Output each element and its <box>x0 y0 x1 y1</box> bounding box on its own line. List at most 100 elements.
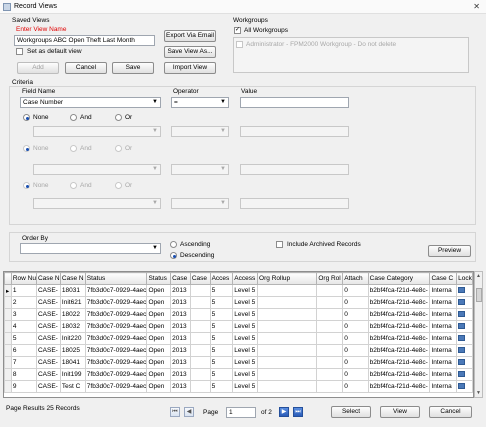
view-name-input[interactable]: Workgroups ABC Open Theft Last Month <box>14 35 155 46</box>
scroll-up-icon[interactable]: ▲ <box>476 273 481 279</box>
close-icon[interactable]: ✕ <box>473 2 480 11</box>
conj-or-radio-1[interactable] <box>115 114 122 121</box>
column-header[interactable]: Attach <box>342 272 369 285</box>
row-selector[interactable] <box>4 344 12 357</box>
cancel-view-button[interactable]: Cancel <box>65 62 107 74</box>
table-row[interactable]: 4 CASE- 18032 7fb3d0c7-0929-4aec Open 2013 5 Le… <box>4 320 473 333</box>
conj-none-label-1: None <box>33 114 49 121</box>
field-name-select-1[interactable]: Case Number ▼ <box>20 97 161 108</box>
column-header[interactable]: Case N <box>59 272 86 285</box>
column-header[interactable]: Acces <box>209 272 234 285</box>
conj-and-label-3: And <box>80 182 92 189</box>
include-archived-checkbox[interactable] <box>276 241 283 248</box>
operator-select-4[interactable]: ▼ <box>171 198 229 209</box>
conj-or-radio-2[interactable] <box>115 145 122 152</box>
table-row[interactable]: 6 CASE- 18025 7fb3d0c7-0929-4aec Open 2013 5 Le… <box>4 344 473 357</box>
chevron-down-icon: ▼ <box>152 128 158 134</box>
field-name-select-4[interactable]: ▼ <box>33 198 161 209</box>
column-header[interactable]: Status <box>84 272 148 285</box>
add-button[interactable]: Add <box>17 62 59 74</box>
select-button[interactable]: Select <box>331 406 371 418</box>
first-page-icon[interactable]: ⏮ <box>170 407 180 417</box>
field-name-select-2[interactable]: ▼ <box>33 126 161 137</box>
all-workgroups-label: All Workgroups <box>244 27 288 34</box>
save-button[interactable]: Save <box>112 62 154 74</box>
table-cell: 0 <box>342 332 369 345</box>
column-header[interactable]: Lock <box>456 272 473 285</box>
save-view-as-button[interactable]: Save View As... <box>164 46 216 58</box>
column-header[interactable]: Org Rol <box>316 272 344 285</box>
conj-none-radio-1[interactable] <box>23 114 30 121</box>
cancel-button[interactable]: Cancel <box>429 406 472 418</box>
column-header[interactable]: Case <box>189 272 211 285</box>
row-selector[interactable] <box>4 320 12 333</box>
descending-radio[interactable] <box>170 252 177 259</box>
operator-select-2[interactable]: ▼ <box>171 126 229 137</box>
table-cell: 6 <box>10 344 37 357</box>
operator-select-1[interactable]: = ▼ <box>171 97 229 108</box>
conj-or-radio-3[interactable] <box>115 182 122 189</box>
table-row[interactable]: 2 CASE- Init621 7fb3d0c7-0929-4aec Open 2013 5… <box>4 296 473 309</box>
table-row[interactable]: 7 CASE- 18041 7fb3d0c7-0929-4aec Open 2013 5 Le… <box>4 356 473 369</box>
last-page-icon[interactable]: ⏭ <box>293 407 303 417</box>
value-input-2[interactable] <box>240 126 349 137</box>
column-header[interactable]: Row Nu <box>10 272 37 285</box>
table-cell <box>257 356 318 369</box>
scroll-down-icon[interactable]: ▼ <box>476 390 481 396</box>
row-selector[interactable] <box>4 308 12 321</box>
column-header[interactable]: Case <box>170 272 191 285</box>
preview-button[interactable]: Preview <box>428 245 471 257</box>
column-header[interactable]: Status <box>146 272 172 285</box>
column-header[interactable]: Org Rollup <box>257 272 318 285</box>
next-page-icon[interactable]: ▶ <box>279 407 289 417</box>
table-row[interactable]: 3 CASE- 18022 7fb3d0c7-0929-4aec Open 2013 5 Le… <box>4 308 473 321</box>
import-view-button[interactable]: Import View <box>164 62 216 74</box>
conj-none-radio-3[interactable] <box>23 182 30 189</box>
lock-cell <box>456 308 473 321</box>
field-name-select-3[interactable]: ▼ <box>33 164 161 175</box>
default-view-checkbox[interactable] <box>16 48 23 55</box>
records-grid[interactable]: Row Nu Case N Case N Status Status Case Case Ac… <box>3 271 474 398</box>
value-input-3[interactable] <box>240 164 349 175</box>
export-via-email-button[interactable]: Export Via Email <box>164 30 216 42</box>
lock-icon <box>458 311 466 318</box>
column-header[interactable]: Case Category <box>367 272 431 285</box>
conj-none-radio-2[interactable] <box>23 145 30 152</box>
table-row[interactable]: 8 CASE- Init199 7fb3d0c7-0929-4aec Open 2013 5… <box>4 368 473 381</box>
table-cell: Level 5 <box>232 368 259 381</box>
conj-and-radio-3[interactable] <box>70 182 77 189</box>
value-input-4[interactable] <box>240 198 349 209</box>
conj-and-radio-2[interactable] <box>70 145 77 152</box>
workgroup-checkbox[interactable] <box>236 41 243 48</box>
scrollbar-thumb[interactable] <box>476 288 482 302</box>
all-workgroups-checkbox[interactable]: ✓ <box>234 27 241 34</box>
prev-page-icon[interactable]: ◀ <box>184 407 194 417</box>
page-number-input[interactable]: 1 <box>226 407 256 418</box>
workgroups-list[interactable]: Administrator - FPM2000 Workgroup - Do n… <box>233 37 469 73</box>
row-selector[interactable] <box>4 296 12 309</box>
column-header[interactable]: Case C <box>429 272 458 285</box>
table-cell <box>189 296 211 309</box>
view-button[interactable]: View <box>380 406 420 418</box>
table-row[interactable]: 9 CASE- Test C 7fb3d0c7-0929-4aec Open 2013 5 L… <box>4 380 473 393</box>
conj-and-radio-1[interactable] <box>70 114 77 121</box>
column-header[interactable]: Access <box>232 272 259 285</box>
operator-select-3[interactable]: ▼ <box>171 164 229 175</box>
row-selector[interactable] <box>4 332 12 345</box>
value-input-1[interactable] <box>240 97 349 108</box>
ascending-radio[interactable] <box>170 241 177 248</box>
table-cell: Interna <box>429 368 458 381</box>
column-header[interactable]: Case N <box>35 272 61 285</box>
table-row[interactable]: 5 CASE- Init220 7fb3d0c7-0929-4aec Open 2013 5… <box>4 332 473 345</box>
table-cell: 7fb3d0c7-0929-4aec <box>84 356 148 369</box>
order-by-select[interactable]: ▼ <box>20 243 161 254</box>
row-selector[interactable] <box>4 356 12 369</box>
row-selector[interactable] <box>4 380 12 393</box>
table-cell <box>316 332 344 345</box>
row-selector[interactable]: ▸ <box>4 284 12 297</box>
grid-vertical-scrollbar[interactable]: ▲ ▼ <box>474 271 483 398</box>
window-title: Record Views <box>14 3 58 10</box>
row-selector[interactable] <box>4 368 12 381</box>
table-cell: Open <box>146 380 172 393</box>
table-row[interactable]: ▸ 1 CASE- 18031 7fb3d0c7-0929-4aec Open 2013 5 L… <box>4 284 473 297</box>
